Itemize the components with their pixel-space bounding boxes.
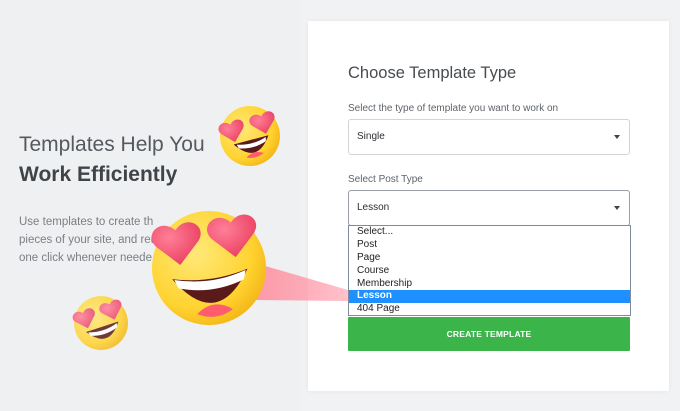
heading-line-2: Work Efficiently [19,163,178,186]
dropdown-option[interactable]: 404 Page [349,303,630,316]
post-type-value: Lesson [357,202,390,213]
post-type-label: Select Post Type [348,174,423,185]
dropdown-option[interactable]: Page [349,252,630,265]
description-line: pieces of your site, and reu [19,234,158,246]
description-line: Use templates to create th [19,216,154,228]
dropdown-option[interactable]: Post [349,239,630,252]
post-type-dropdown: Select... Post Page Course Membership Le… [348,225,631,316]
chevron-down-icon [614,206,620,210]
left-description: Use templates to create th pieces of you… [19,213,169,267]
chevron-down-icon [614,135,620,139]
left-panel [0,0,300,411]
left-heading: Templates Help You Work Efficiently [19,130,205,190]
create-template-button[interactable]: CREATE TEMPLATE [348,317,630,351]
dropdown-option-selected[interactable]: Lesson [349,290,630,304]
heading-line-1: Templates Help You [19,133,205,156]
description-line: one click whenever neede [19,252,152,264]
dropdown-option[interactable]: Membership [349,278,630,291]
dropdown-option[interactable]: Select... [349,226,630,239]
template-type-value: Single [357,131,385,142]
template-card: Choose Template Type Select the type of … [308,21,669,391]
card-title: Choose Template Type [348,64,517,82]
post-type-select[interactable]: Lesson [348,190,630,226]
template-type-select[interactable]: Single [348,119,630,155]
template-type-label: Select the type of template you want to … [348,103,559,114]
dropdown-option[interactable]: Course [349,265,630,278]
